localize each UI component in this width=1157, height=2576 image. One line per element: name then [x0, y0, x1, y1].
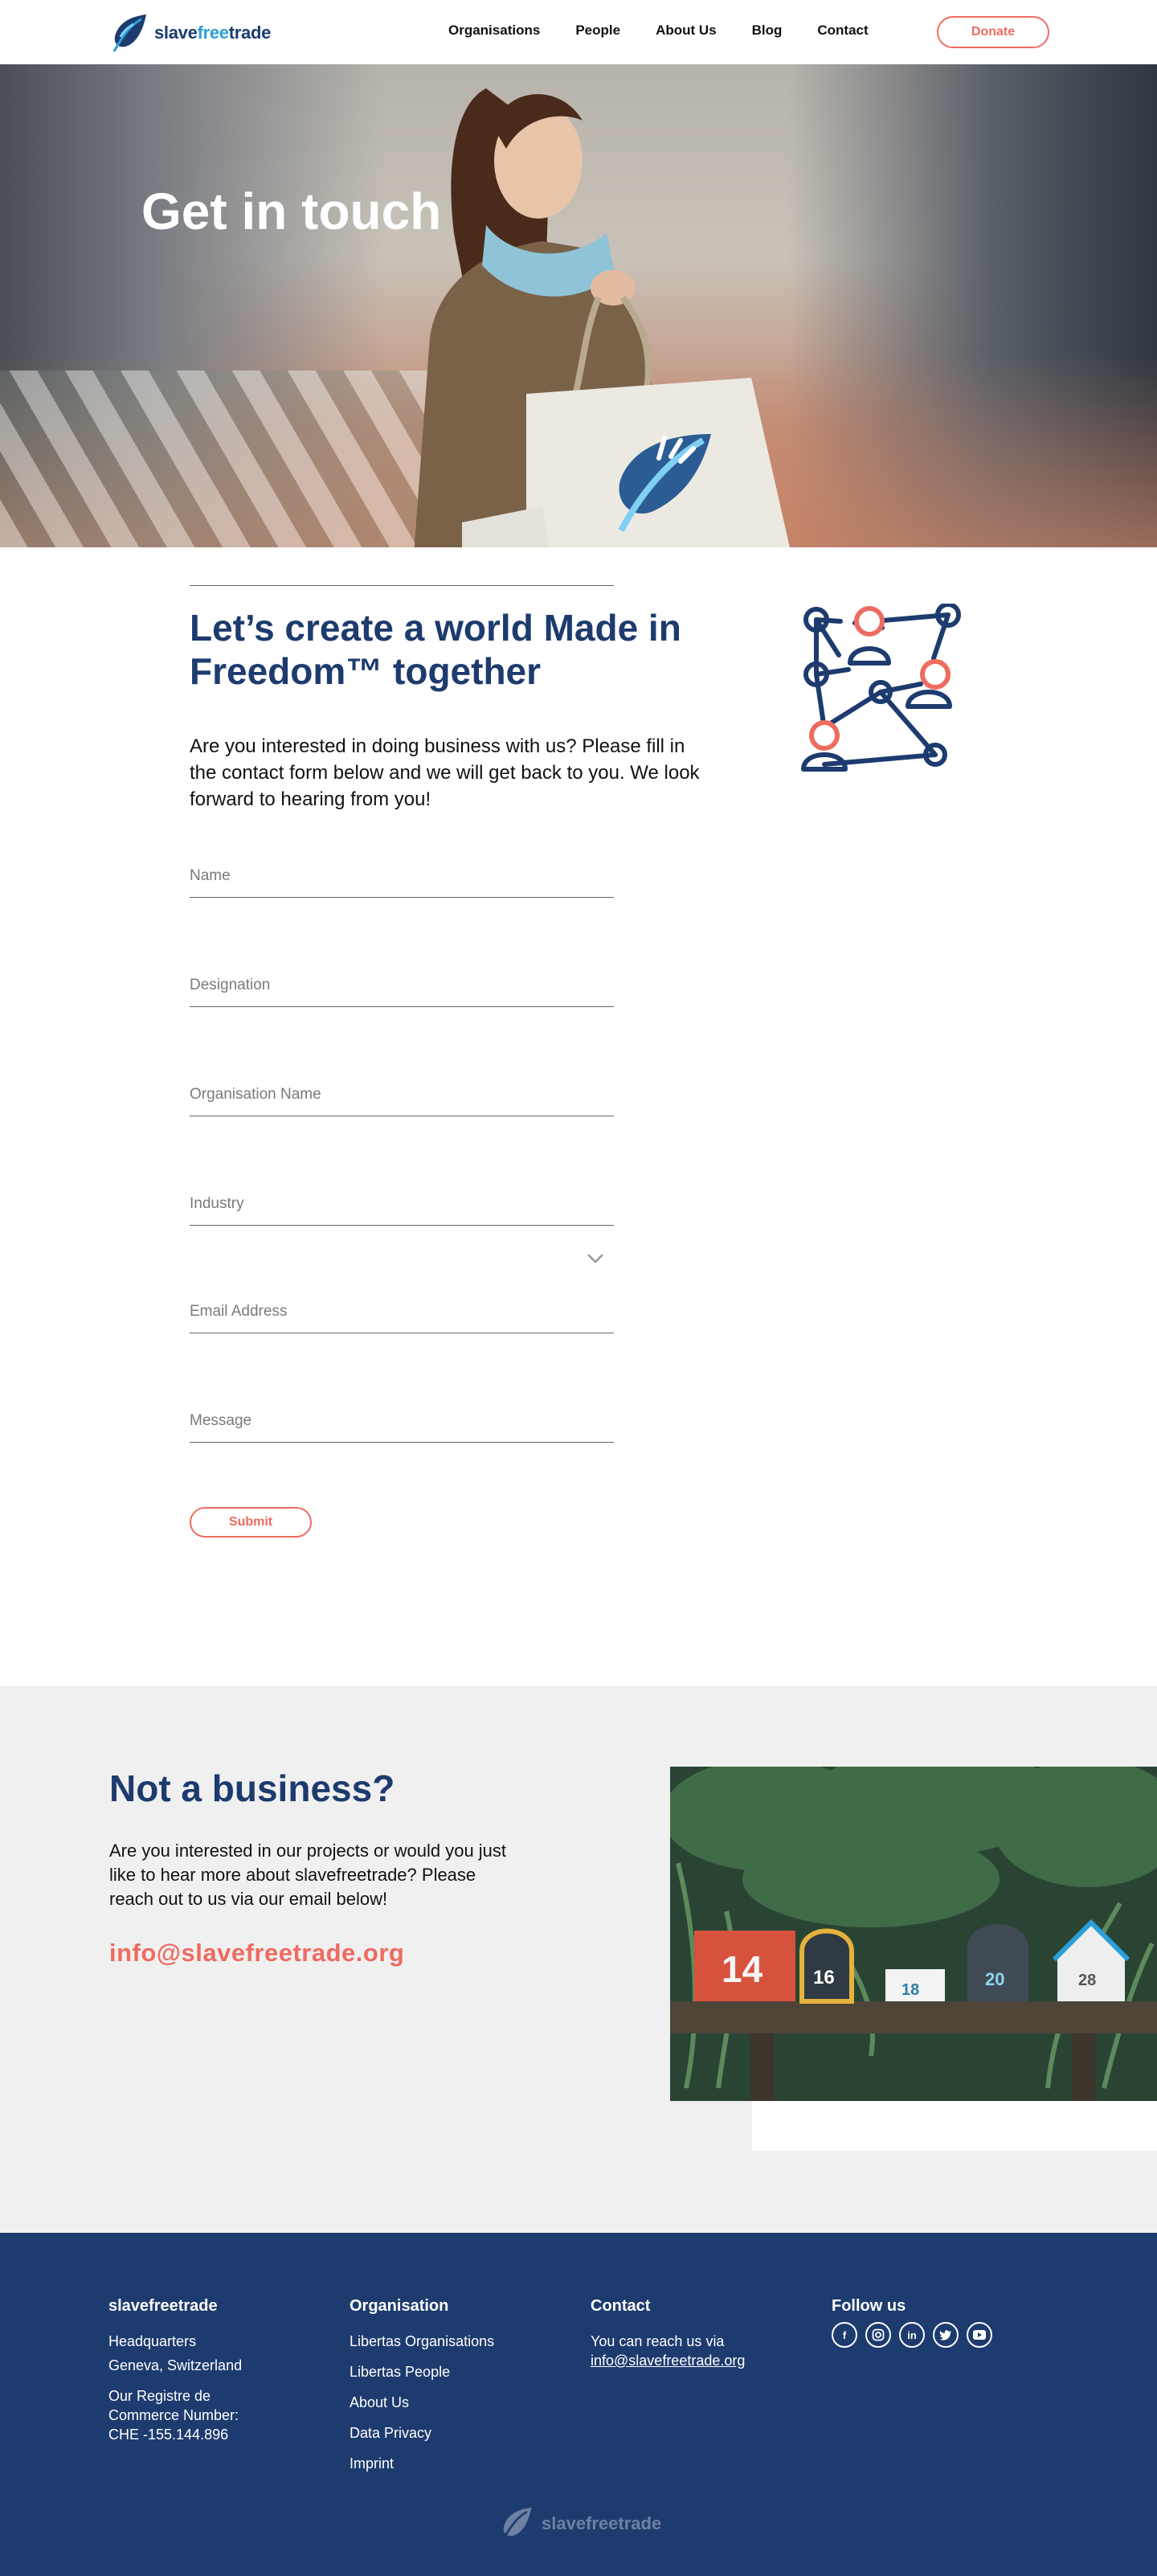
footer-contact-column: Contact You can reach us via info@slavef… — [591, 2297, 745, 2370]
footer-registry-label-2: Commerce Number: — [108, 2407, 239, 2423]
designation-field[interactable] — [190, 969, 614, 1007]
social-links: f in — [832, 2322, 992, 2348]
footer-registry-label: Our Registre de — [108, 2388, 211, 2404]
message-field[interactable] — [190, 1404, 614, 1443]
footer-follow-column: Follow us f in — [832, 2297, 992, 2348]
hero-banner: Get in touch — [0, 64, 1157, 547]
nav-organisations[interactable]: Organisations — [448, 23, 540, 39]
intro-heading: Let’s create a world Made in Freedom™ to… — [190, 607, 681, 692]
nav-people[interactable]: People — [575, 23, 620, 39]
nav-contact[interactable]: Contact — [817, 23, 868, 39]
designation-input[interactable] — [190, 969, 614, 994]
name-field[interactable] — [190, 859, 614, 898]
mailbox-number-28: 28 — [1078, 1972, 1096, 1989]
mailbox-number-18: 18 — [901, 1981, 919, 1999]
intro-paragraph: Are you interested in doing business wit… — [190, 735, 700, 810]
footer-organisation-heading: Organisation — [350, 2297, 449, 2315]
submit-button[interactable]: Submit — [190, 1507, 312, 1538]
leaf-logo-icon — [502, 2507, 532, 2541]
page-title: Get in touch — [141, 182, 442, 240]
leaf-logo-icon — [112, 14, 146, 52]
linkedin-icon[interactable]: in — [899, 2322, 925, 2348]
message-input[interactable] — [190, 1404, 614, 1436]
footer-contact-heading: Contact — [591, 2297, 651, 2315]
footer-logo-wordmark: slavefreetrade — [542, 2513, 662, 2533]
industry-input[interactable] — [190, 1187, 614, 1213]
footer-registry-number: CHE -155.144.896 — [108, 2427, 229, 2443]
site-footer: slavefreetrade Headquarters Geneva, Swit… — [0, 2233, 1157, 2576]
footer-brand-column: slavefreetrade Headquarters Geneva, Swit… — [108, 2297, 242, 2444]
site-logo[interactable]: slavefreetrade — [109, 13, 271, 53]
not-business-heading: Not a business? — [109, 1767, 395, 1809]
footer-hq-location: Geneva, Switzerland — [108, 2357, 243, 2373]
main-nav: Organisations People About Us Blog Conta… — [448, 23, 904, 39]
footer-link-libertas-people[interactable]: Libertas People — [350, 2362, 494, 2381]
mailbox-number-16: 16 — [813, 1967, 835, 1988]
contact-form-section: Let’s create a world Made in Freedom™ to… — [0, 547, 1157, 1686]
contact-email-link[interactable]: info@slavefreetrade.org — [109, 1939, 404, 1968]
organisation-name-field[interactable] — [190, 1078, 614, 1116]
not-business-paragraph: Are you interested in our projects or wo… — [109, 1841, 507, 1909]
footer-contact-text: You can reach us via — [591, 2333, 725, 2349]
chevron-down-icon[interactable] — [587, 1253, 604, 1264]
name-input[interactable] — [190, 859, 614, 885]
mailbox-number-20: 20 — [985, 1969, 1004, 1989]
facebook-icon[interactable]: f — [832, 2322, 857, 2348]
footer-brand: slavefreetrade — [108, 2297, 218, 2315]
footer-link-libertas-organisations[interactable]: Libertas Organisations — [350, 2332, 494, 2351]
footer-link-data-privacy[interactable]: Data Privacy — [350, 2423, 494, 2443]
email-input[interactable] — [190, 1295, 614, 1321]
twitter-icon[interactable] — [933, 2322, 959, 2348]
youtube-icon[interactable] — [967, 2322, 992, 2348]
email-field[interactable] — [190, 1295, 614, 1333]
donate-button[interactable]: Donate — [937, 16, 1049, 48]
hero-photo-woman-with-bag — [414, 88, 790, 547]
people-network-icon — [801, 604, 961, 772]
footer-link-imprint[interactable]: Imprint — [350, 2454, 494, 2473]
mailbox-number-14: 14 — [722, 1948, 763, 1990]
site-header: slavefreetrade Organisations People Abou… — [0, 0, 1157, 64]
footer-hq-label: Headquarters — [108, 2333, 197, 2349]
industry-select[interactable] — [190, 1187, 614, 1226]
mailboxes-photo: 14 16 18 20 28 — [670, 1767, 1157, 2101]
footer-organisation-column: Organisation Libertas Organisations Libe… — [350, 2297, 494, 2484]
footer-follow-heading: Follow us — [832, 2297, 906, 2315]
organisation-name-input[interactable] — [190, 1078, 614, 1104]
instagram-icon[interactable] — [865, 2322, 891, 2348]
not-a-business-section: Not a business? Are you interested in ou… — [0, 1686, 1157, 2233]
footer-contact-email-link[interactable]: info@slavefreetrade.org — [591, 2351, 745, 2370]
nav-about-us[interactable]: About Us — [656, 23, 717, 39]
logo-wordmark: slavefreetrade — [154, 23, 272, 43]
nav-blog[interactable]: Blog — [752, 23, 783, 39]
footer-logo[interactable]: slavefreetrade — [498, 2506, 661, 2541]
footer-link-about-us[interactable]: About Us — [350, 2393, 494, 2412]
